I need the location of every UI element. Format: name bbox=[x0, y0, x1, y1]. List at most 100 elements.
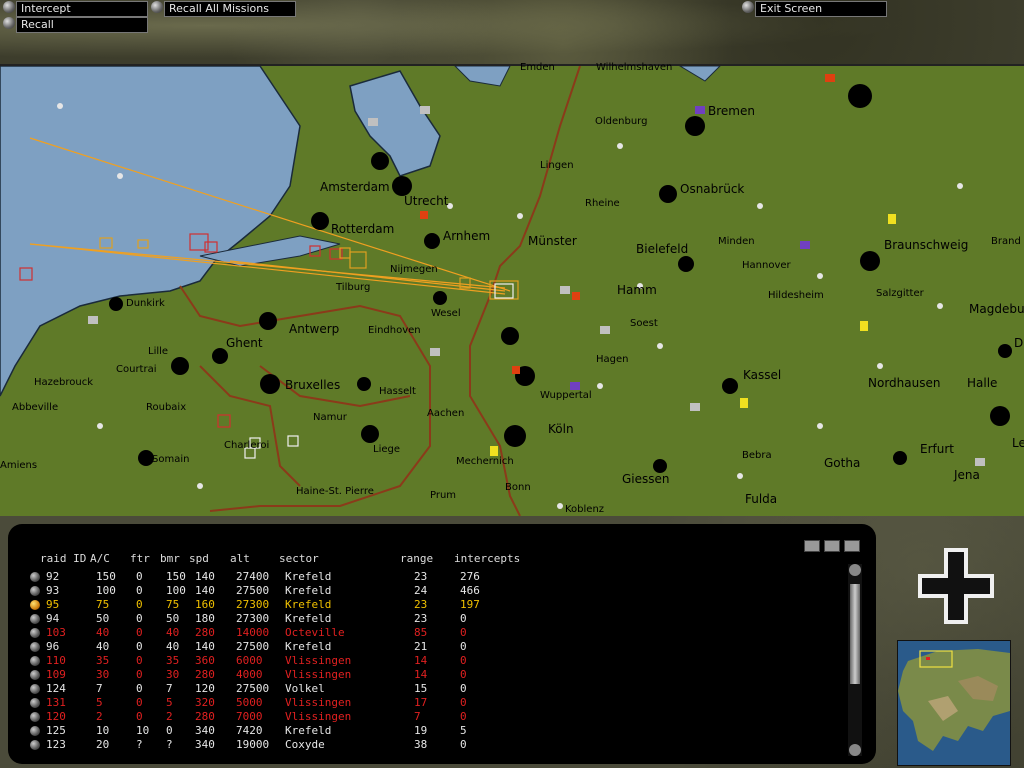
intercept-radio[interactable] bbox=[3, 1, 15, 13]
cell-bmr: 150 bbox=[166, 570, 186, 583]
europe-minimap[interactable] bbox=[897, 640, 1011, 766]
balkenkreuz-icon bbox=[918, 548, 994, 624]
cell-raid-id: 94 bbox=[46, 612, 60, 625]
cell-ftr: 0 bbox=[136, 598, 143, 611]
row-select-radio[interactable] bbox=[30, 684, 40, 694]
city-label: Kassel bbox=[743, 368, 782, 382]
strategic-map[interactable]: Amsterdam Utrecht Rotterdam Arnhem Nijme… bbox=[0, 62, 1024, 518]
cell-bmr: 50 bbox=[166, 612, 180, 625]
table-row[interactable]: 124 7 0 7 120 27500 Volkel 15 0 bbox=[8, 682, 848, 696]
city-label: Hasselt bbox=[379, 386, 416, 397]
cell-spd: 180 bbox=[195, 612, 215, 625]
cell-sector: Vlissingen bbox=[285, 696, 352, 709]
row-select-radio[interactable] bbox=[30, 670, 40, 680]
row-select-radio[interactable] bbox=[30, 726, 40, 736]
cell-bmr: 100 bbox=[166, 584, 186, 597]
city-label: Koblenz bbox=[565, 504, 605, 515]
cell-bmr: 30 bbox=[166, 668, 180, 681]
scroll-thumb[interactable] bbox=[850, 584, 860, 684]
cell-intercepts: 0 bbox=[460, 696, 467, 709]
row-select-radio[interactable] bbox=[30, 614, 40, 624]
scroll-down-icon[interactable] bbox=[849, 744, 861, 756]
row-select-radio[interactable] bbox=[30, 642, 40, 652]
table-row[interactable]: 110 35 0 35 360 6000 Vlissingen 14 0 bbox=[8, 654, 848, 668]
cell-alt: 14000 bbox=[236, 626, 270, 639]
row-select-radio[interactable] bbox=[30, 712, 40, 722]
cell-sector: Krefeld bbox=[285, 584, 332, 597]
cell-bmr: ? bbox=[166, 738, 173, 751]
cell-sector: Vlissingen bbox=[285, 710, 352, 723]
cell-raid-id: 124 bbox=[46, 682, 66, 695]
city-label: Magdebu bbox=[969, 302, 1024, 316]
cell-alt: 27500 bbox=[236, 640, 270, 653]
exit-screen-button[interactable]: Exit Screen bbox=[755, 1, 887, 17]
cell-alt: 27500 bbox=[236, 682, 270, 695]
city-label: Wuppertal bbox=[540, 390, 592, 401]
city-label: Salzgitter bbox=[876, 288, 924, 299]
table-row[interactable]: 131 5 0 5 320 5000 Vlissingen 17 0 bbox=[8, 696, 848, 710]
city-label: Halle bbox=[967, 376, 998, 390]
close-icon[interactable] bbox=[844, 540, 860, 552]
city-label: Mechernich bbox=[456, 456, 514, 467]
recall-all-missions-button[interactable]: Recall All Missions bbox=[164, 1, 296, 17]
cell-alt: 27300 bbox=[236, 598, 270, 611]
table-row[interactable]: 96 40 0 40 140 27500 Krefeld 21 0 bbox=[8, 640, 848, 654]
city-label: Tilburg bbox=[336, 282, 371, 293]
row-select-radio[interactable] bbox=[30, 740, 40, 750]
table-row[interactable]: 94 50 0 50 180 27300 Krefeld 23 0 bbox=[8, 612, 848, 626]
city-label: Bremen bbox=[708, 104, 755, 118]
cell-spd: 340 bbox=[195, 738, 215, 751]
cell-bmr: 0 bbox=[166, 724, 173, 737]
row-select-radio[interactable] bbox=[30, 600, 40, 610]
cell-bmr: 5 bbox=[166, 696, 173, 709]
city-label: Köln bbox=[548, 422, 574, 436]
table-row[interactable]: 123 20?? 340 19000 Coxyde 38 0 bbox=[8, 738, 848, 752]
cell-ac: 100 bbox=[96, 584, 116, 597]
exit-radio[interactable] bbox=[742, 1, 754, 13]
recall-radio[interactable] bbox=[3, 17, 15, 29]
cell-range: 23 bbox=[414, 598, 428, 611]
minimap-terrain bbox=[898, 641, 1010, 765]
cell-raid-id: 131 bbox=[46, 696, 66, 709]
cell-alt: 19000 bbox=[236, 738, 270, 751]
table-row[interactable]: 103 40 0 40 280 14000 Octeville 85 0 bbox=[8, 626, 848, 640]
table-row[interactable]: 125 10 10 0 340 7420 Krefeld 19 5 bbox=[8, 724, 848, 738]
row-select-radio[interactable] bbox=[30, 586, 40, 596]
table-row[interactable]: 109 30 0 30 280 4000 Vlissingen 14 0 bbox=[8, 668, 848, 682]
recall-button[interactable]: Recall bbox=[16, 17, 148, 33]
cell-ftr: 10 bbox=[136, 724, 150, 737]
intercept-button[interactable]: Intercept bbox=[16, 1, 148, 17]
col-header-intercepts: intercepts bbox=[454, 552, 521, 565]
cell-range: 7 bbox=[414, 710, 421, 723]
row-select-radio[interactable] bbox=[30, 698, 40, 708]
table-row[interactable]: 95 75 0 75 160 27300 Krefeld 23 197 bbox=[8, 598, 848, 612]
restore-icon[interactable] bbox=[824, 540, 840, 552]
table-row[interactable]: 93 100 0 100 140 27500 Krefeld 24 466 bbox=[8, 584, 848, 598]
cell-intercepts: 5 bbox=[460, 724, 467, 737]
city-label: Wesel bbox=[431, 308, 461, 319]
cell-spd: 160 bbox=[195, 598, 215, 611]
city-label: Bonn bbox=[505, 482, 531, 493]
cell-raid-id: 93 bbox=[46, 584, 60, 597]
cell-spd: 140 bbox=[195, 640, 215, 653]
cell-bmr: 7 bbox=[166, 682, 173, 695]
table-row[interactable]: 92 150 0 150 140 27400 Krefeld 23 276 bbox=[8, 570, 848, 584]
cell-ftr: ? bbox=[136, 738, 143, 751]
minimize-icon[interactable] bbox=[804, 540, 820, 552]
row-select-radio[interactable] bbox=[30, 656, 40, 666]
row-select-radio[interactable] bbox=[30, 572, 40, 582]
cell-intercepts: 0 bbox=[460, 612, 467, 625]
scroll-up-icon[interactable] bbox=[849, 564, 861, 576]
city-label: Eindhoven bbox=[368, 325, 421, 336]
cell-bmr: 2 bbox=[166, 710, 173, 723]
table-row[interactable]: 120 2 0 2 280 7000 Vlissingen 7 0 bbox=[8, 710, 848, 724]
city-label: Namur bbox=[313, 412, 347, 423]
cell-spd: 140 bbox=[195, 584, 215, 597]
scrollbar[interactable] bbox=[848, 564, 862, 756]
top-bar: Intercept Recall Recall All Missions Exi… bbox=[0, 0, 1024, 64]
recall-all-radio[interactable] bbox=[151, 1, 163, 13]
cell-sector: Octeville bbox=[285, 626, 345, 639]
cell-ftr: 0 bbox=[136, 570, 143, 583]
row-select-radio[interactable] bbox=[30, 628, 40, 638]
cell-intercepts: 276 bbox=[460, 570, 480, 583]
